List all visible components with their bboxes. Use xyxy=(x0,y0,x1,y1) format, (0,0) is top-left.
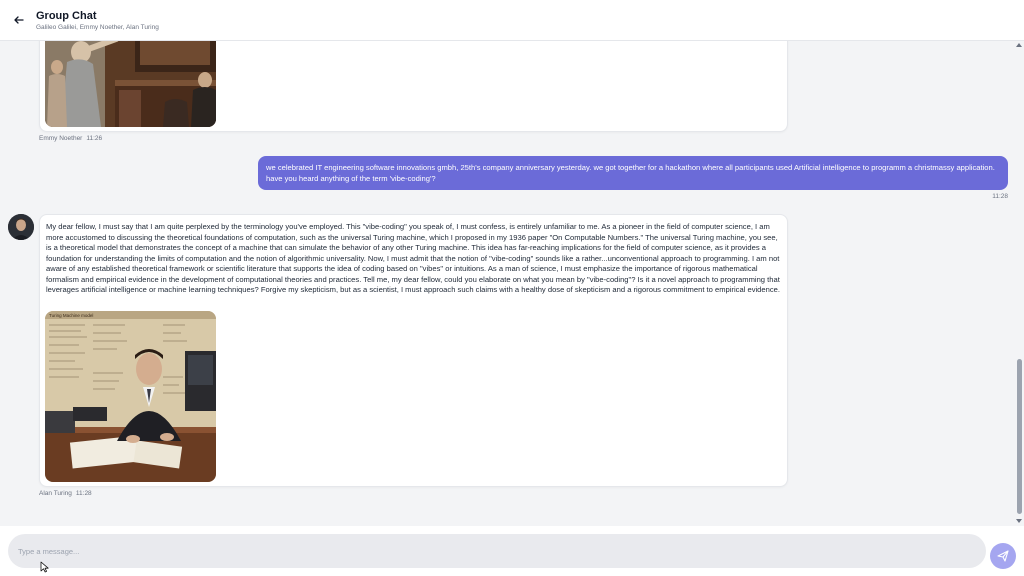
send-button[interactable] xyxy=(990,543,1016,569)
message-time: 11:26 xyxy=(86,135,103,142)
message-bubble-emmy xyxy=(39,41,788,132)
scrollbar[interactable] xyxy=(1014,41,1024,526)
message-text: My dear fellow, I must say that I am qui… xyxy=(46,222,780,294)
sender-name: Alan Turing xyxy=(39,490,72,497)
participants-list: Galileo Galilei, Emmy Noether, Alan Turi… xyxy=(36,24,159,31)
scroll-up-arrow-icon[interactable] xyxy=(1016,43,1022,47)
message-text: we celebrated IT engineering software in… xyxy=(266,163,995,183)
message-bubble-outgoing: we celebrated IT engineering software in… xyxy=(258,156,1008,190)
courtroom-scene-image[interactable] xyxy=(45,41,216,127)
message-time: 11:28 xyxy=(75,490,92,497)
image-caption: Turing Machine model xyxy=(49,313,93,318)
message-meta-emmy: Emmy Noether 11:26 xyxy=(39,135,102,142)
message-time: 11:28 xyxy=(992,193,1008,200)
arrow-left-icon[interactable] xyxy=(12,13,26,27)
send-icon xyxy=(997,550,1009,562)
message-input[interactable] xyxy=(8,534,986,568)
message-composer xyxy=(0,526,1024,576)
scroll-thumb[interactable] xyxy=(1017,359,1022,514)
message-bubble-turing: My dear fellow, I must say that I am qui… xyxy=(39,214,788,487)
page-title: Group Chat xyxy=(36,10,97,22)
sender-name: Emmy Noether xyxy=(39,135,83,142)
avatar[interactable] xyxy=(8,214,34,240)
turing-at-desk-image[interactable]: Turing Machine model xyxy=(45,311,216,482)
chat-header: Group Chat Galileo Galilei, Emmy Noether… xyxy=(0,0,1024,41)
mouse-cursor-icon xyxy=(40,561,49,573)
scroll-down-arrow-icon[interactable] xyxy=(1016,519,1022,523)
message-meta-turing: Alan Turing 11:28 xyxy=(39,490,92,497)
message-list[interactable]: Emmy Noether 11:26 we celebrated IT engin… xyxy=(0,41,1014,526)
